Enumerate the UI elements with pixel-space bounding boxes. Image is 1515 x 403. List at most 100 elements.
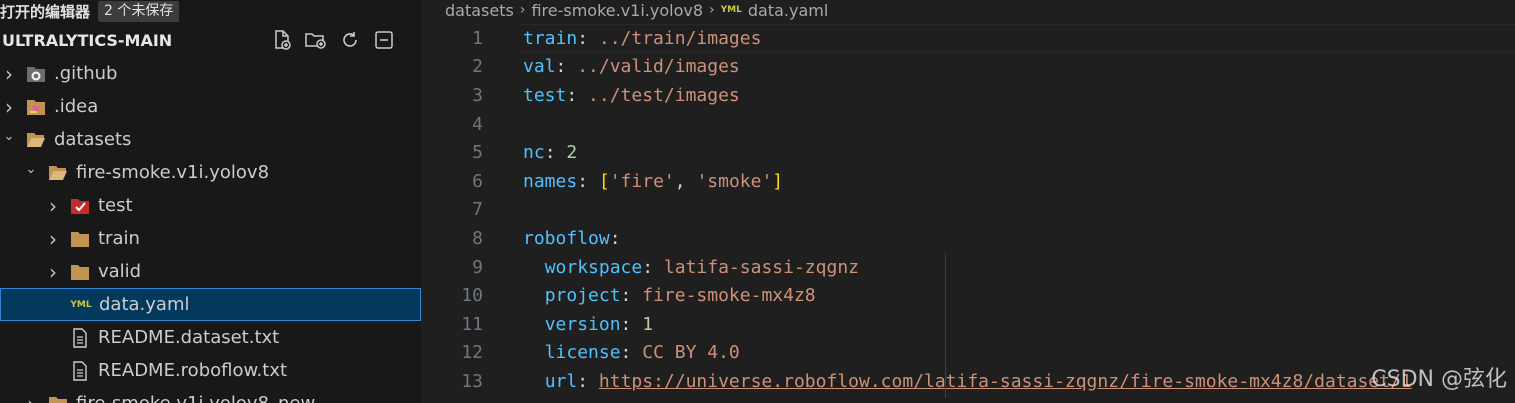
- breadcrumb-file[interactable]: data.yaml: [748, 1, 828, 20]
- tree-item[interactable]: ⌄ fire-smoke.v1i.yolov8: [0, 156, 421, 189]
- breadcrumb-folder[interactable]: fire-smoke.v1i.yolov8: [531, 1, 703, 20]
- chevron-right-icon: ›: [5, 94, 13, 119]
- chevron-down-icon: ⌄: [25, 162, 37, 177]
- folder-open-icon: [26, 130, 46, 150]
- chevron-right-icon: ›: [49, 259, 57, 284]
- folder-open-icon: [48, 163, 68, 183]
- breadcrumb: datasets › fire-smoke.v1i.yolov8 › YML d…: [445, 0, 828, 20]
- chevron-right-icon: ›: [49, 193, 57, 218]
- yaml-key: project: [544, 285, 621, 307]
- tree-item[interactable]: README.roboflow.txt: [0, 354, 421, 387]
- yaml-key: names: [523, 170, 578, 192]
- yaml-value: ../valid/images: [577, 56, 740, 78]
- line-number: 1: [472, 27, 483, 49]
- code-line[interactable]: 2 val: ../valid/images: [421, 53, 1515, 82]
- unsaved-badge: 2 个未保存: [98, 0, 180, 22]
- yaml-value: ../test/images: [588, 84, 740, 106]
- code-line[interactable]: 13 url: https://universe.roboflow.com/la…: [421, 367, 1515, 396]
- code-line[interactable]: 3 test: ../test/images: [421, 81, 1515, 110]
- line-number: 8: [472, 227, 483, 249]
- yaml-file-icon: YML: [720, 5, 742, 15]
- yaml-key: workspace: [544, 256, 643, 278]
- tree-item[interactable]: › valid: [0, 255, 421, 288]
- text-file-icon: [70, 327, 90, 348]
- code-line[interactable]: 5 nc: 2: [421, 138, 1515, 167]
- tree-item-label: valid: [98, 261, 142, 282]
- collapse-all-icon[interactable]: [372, 28, 396, 52]
- code-line[interactable]: 7: [421, 196, 1515, 225]
- tree-item-label: README.roboflow.txt: [98, 360, 288, 381]
- url-link[interactable]: https://universe.roboflow.com/latifa-sas…: [599, 371, 1412, 392]
- new-folder-icon[interactable]: [304, 28, 328, 52]
- line-number: 7: [472, 199, 483, 221]
- open-editors-header[interactable]: 打开的编辑器 2 个未保存: [0, 0, 180, 22]
- code-line[interactable]: 11 version: 1: [421, 310, 1515, 339]
- chevron-down-icon: ⌄: [3, 129, 15, 144]
- code-line[interactable]: 4: [421, 110, 1515, 139]
- line-number: 11: [461, 313, 483, 335]
- tree-item[interactable]: › .github: [0, 57, 421, 90]
- explorer-sidebar: 打开的编辑器 2 个未保存 ULTRALYTICS-MAIN › .github ›…: [0, 0, 421, 403]
- chevron-right-icon: ›: [5, 61, 13, 86]
- yaml-key: url: [544, 370, 578, 392]
- code-line[interactable]: 1 train: ../train/images: [421, 24, 1515, 53]
- open-editors-title: 打开的编辑器: [0, 2, 91, 21]
- tree-item-label: .github: [54, 63, 118, 84]
- code-lines[interactable]: 1 train: ../train/images 2 val: ../valid/i…: [421, 24, 1515, 396]
- indent-guide: [945, 253, 946, 398]
- code-line[interactable]: 9 workspace: latifa-sassi-zqgnz: [421, 253, 1515, 282]
- tree-item[interactable]: README.dataset.txt: [0, 321, 421, 354]
- code-line[interactable]: 12 license: CC BY 4.0: [421, 339, 1515, 368]
- file-tree: › .github › .idea ⌄ datasets ⌄ fire-smoke.v1i.y…: [0, 57, 421, 403]
- text-file-icon: [70, 360, 90, 381]
- tree-item[interactable]: ⌄ datasets: [0, 123, 421, 156]
- yaml-value: CC BY 4.0: [642, 342, 740, 364]
- tree-item-label: data.yaml: [99, 294, 190, 315]
- watermark: CSDN @弦化: [1371, 367, 1507, 392]
- tree-item-label: datasets: [54, 129, 132, 150]
- test-folder-icon: [70, 196, 90, 216]
- yaml-key: test: [523, 84, 567, 106]
- yaml-key: nc: [523, 142, 545, 164]
- refresh-icon[interactable]: [338, 28, 362, 52]
- folder-icon: [70, 262, 90, 282]
- editor-pane: datasets › fire-smoke.v1i.yolov8 › YML d…: [421, 0, 1515, 403]
- code-line[interactable]: 8 roboflow:: [421, 224, 1515, 253]
- tree-item-label: .idea: [54, 96, 99, 117]
- tree-item-label: test: [98, 195, 133, 216]
- line-number: 12: [461, 342, 483, 364]
- yaml-key: version: [544, 313, 621, 335]
- folder-icon: [48, 394, 68, 403]
- chevron-right-icon: ›: [519, 2, 526, 18]
- explorer-root-title[interactable]: ULTRALYTICS-MAIN: [2, 30, 172, 52]
- tree-item-label: README.dataset.txt: [98, 327, 280, 348]
- code-line[interactable]: 6 names: ['fire', 'smoke']: [421, 167, 1515, 196]
- tree-item[interactable]: › test: [0, 189, 421, 222]
- tree-item-label: fire-smoke.v1i.yolov8_new: [76, 393, 315, 403]
- breadcrumb-datasets[interactable]: datasets: [445, 1, 514, 20]
- line-number: 3: [472, 84, 483, 106]
- line-number: 10: [461, 285, 483, 307]
- yaml-key: license: [544, 342, 621, 364]
- chevron-right-icon: ›: [24, 392, 38, 403]
- tree-item[interactable]: YML data.yaml: [0, 288, 421, 321]
- yaml-value: 'fire': [609, 170, 675, 192]
- yaml-value: fire-smoke-mx4z8: [642, 285, 816, 307]
- line-number: 5: [472, 142, 483, 164]
- tree-item[interactable]: › train: [0, 222, 421, 255]
- line-number: 6: [472, 170, 483, 192]
- tree-item[interactable]: › .idea: [0, 90, 421, 123]
- explorer-actions: [270, 28, 396, 52]
- tree-item-label: train: [98, 228, 140, 249]
- chevron-right-icon: ›: [709, 2, 715, 18]
- tree-item-label: fire-smoke.v1i.yolov8: [76, 162, 270, 183]
- new-file-icon[interactable]: [270, 28, 294, 52]
- code-line[interactable]: 10 project: fire-smoke-mx4z8: [421, 281, 1515, 310]
- tree-item[interactable]: › fire-smoke.v1i.yolov8_new: [0, 387, 421, 403]
- yaml-value: 'smoke': [696, 170, 773, 192]
- yaml-key: val: [523, 56, 556, 78]
- idea-folder-icon: [26, 97, 46, 117]
